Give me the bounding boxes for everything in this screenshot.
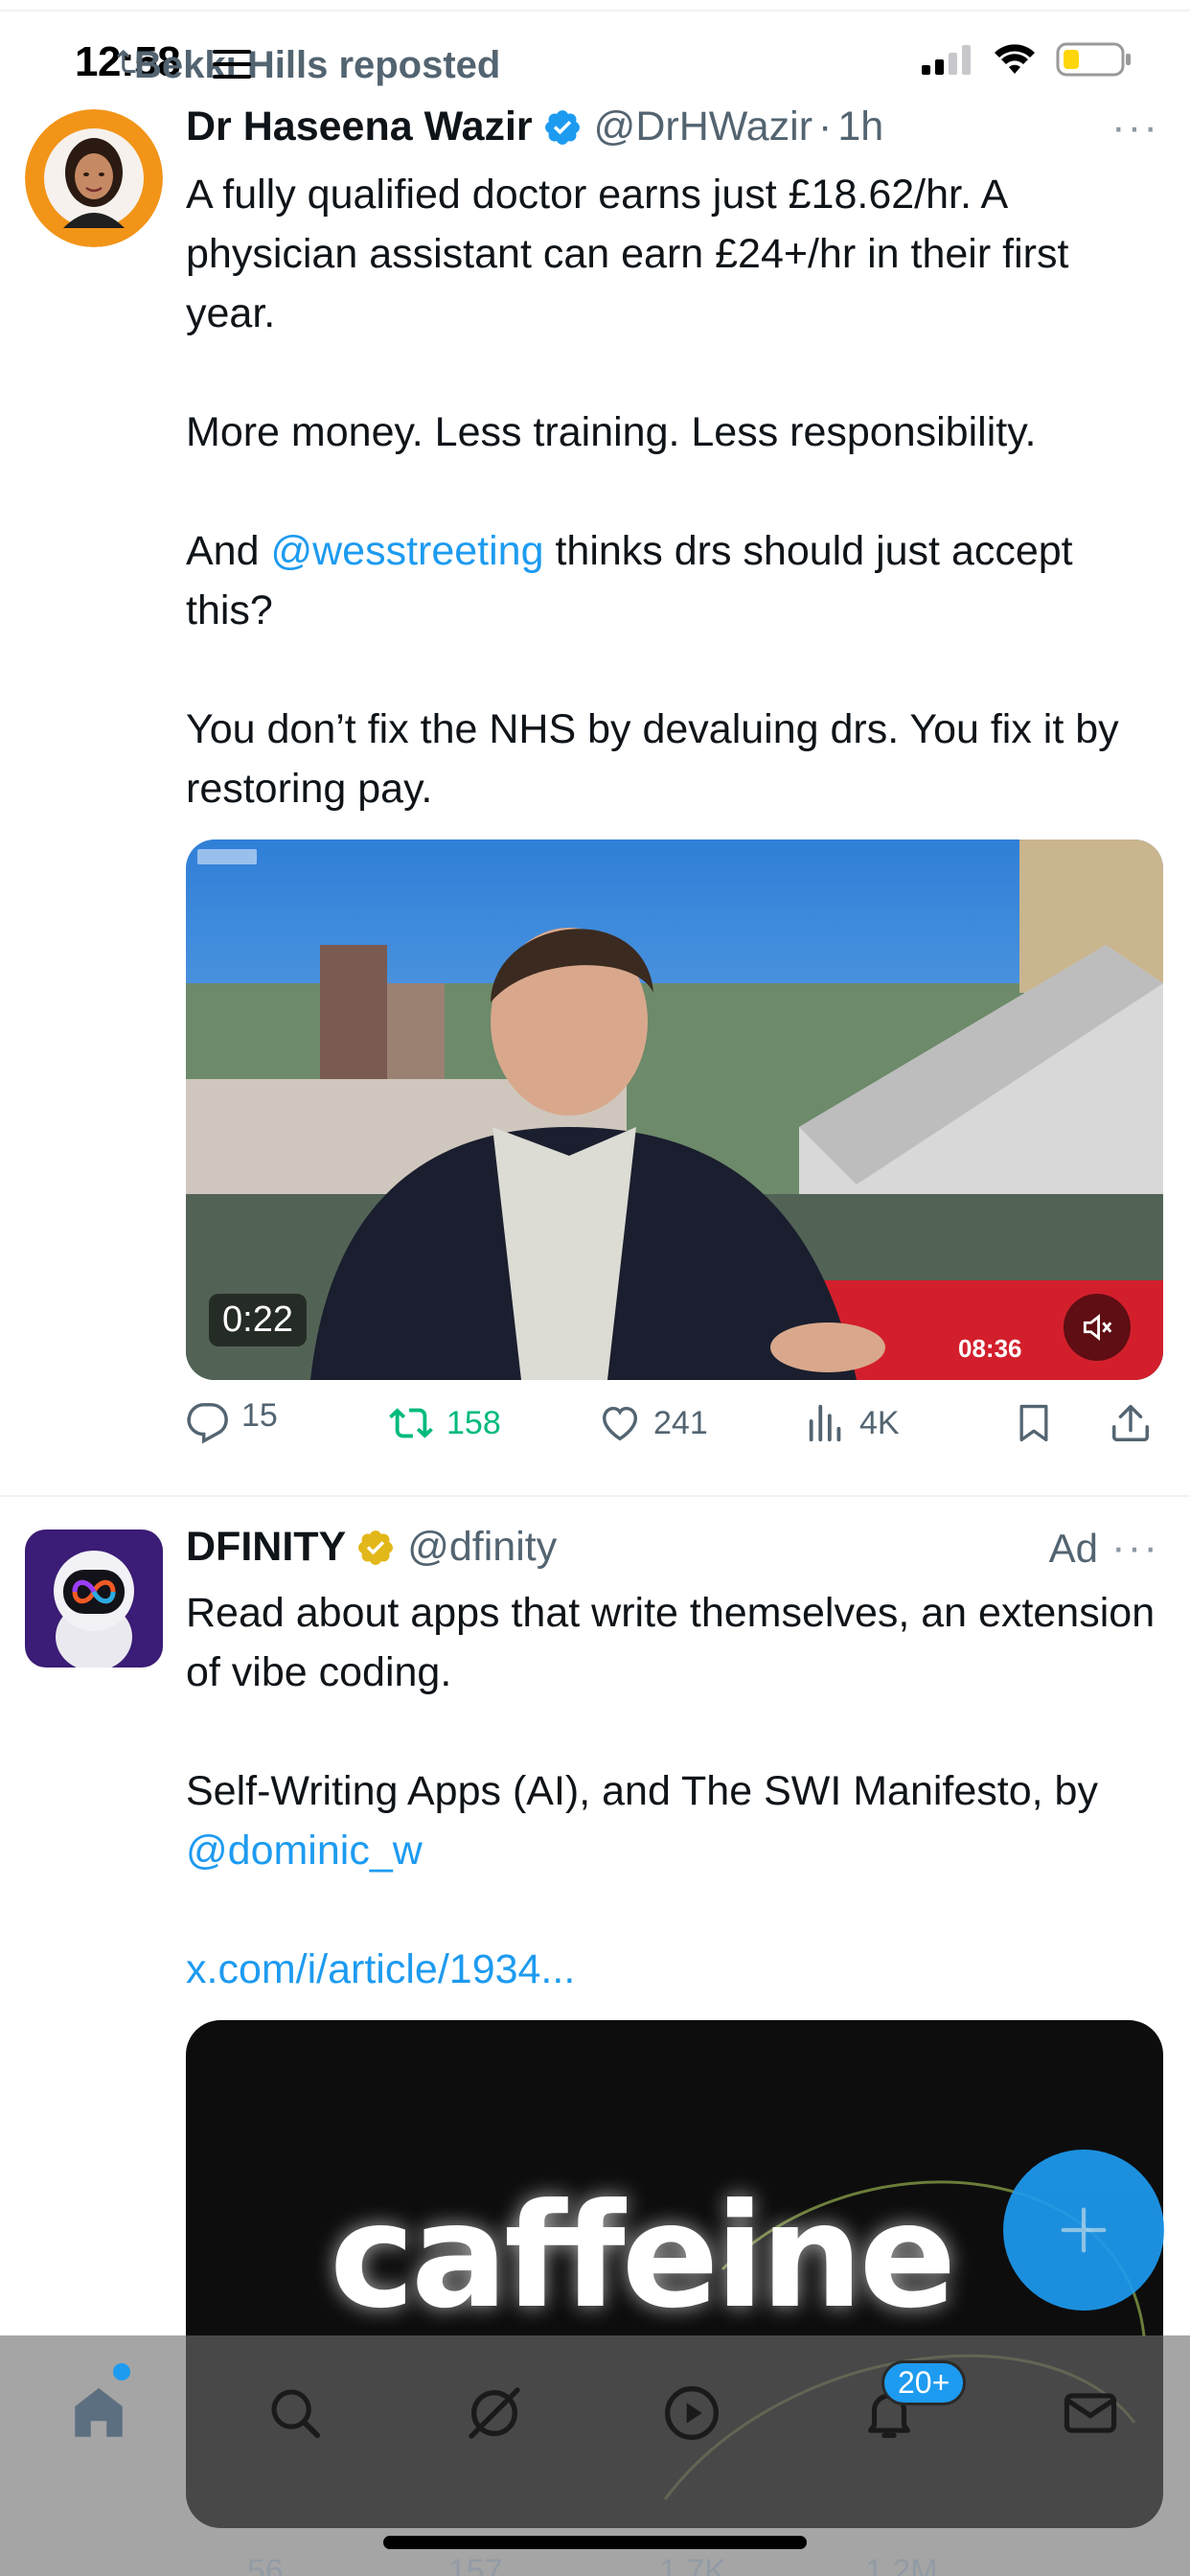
compose-button[interactable]: [1003, 2150, 1164, 2311]
nav-grok[interactable]: [456, 2375, 533, 2451]
battery-icon: [1056, 42, 1131, 77]
advertiser-handle[interactable]: @dfinity: [407, 1524, 557, 1571]
ad-paragraph: Read about apps that write themselves, a…: [186, 1590, 1156, 1695]
tweet-paragraph: You don’t fix the NHS by devaluing drs. …: [186, 706, 1119, 812]
next-tweet-actions: 56 157 1.7K 1.2M: [186, 2553, 1163, 2576]
peek-like-count: 1.7K: [659, 2553, 726, 2576]
compose-icon: [1061, 2207, 1107, 2253]
text-fragment: And: [186, 528, 271, 574]
tweet-actions: 15 158 241 4K: [186, 1397, 1163, 1445]
mute-icon: [1083, 1313, 1112, 1342]
views-count: 4K: [859, 1404, 900, 1441]
menu-icon[interactable]: [213, 48, 251, 80]
nav-video[interactable]: [653, 2375, 730, 2451]
bookmark-icon: [1019, 1404, 1048, 1442]
ad-text: Read about apps that write themselves, a…: [186, 1583, 1163, 1999]
reply-button[interactable]: 15: [186, 1397, 387, 1445]
reply-count: 15: [241, 1396, 278, 1434]
video-player[interactable]: 0:22 08:36: [186, 840, 1163, 1380]
mention-link[interactable]: @wesstreeting: [270, 528, 543, 574]
tweet-time[interactable]: 1h: [837, 104, 883, 150]
video-frame: [186, 840, 1163, 1380]
repost-text: Bekki Hills reposted: [134, 44, 501, 86]
verified-icon: [355, 1528, 396, 1568]
advertiser-name[interactable]: DFINITY: [186, 1524, 346, 1571]
repost-icon: [389, 1408, 433, 1438]
mute-button[interactable]: [1064, 1294, 1131, 1361]
mention-link[interactable]: @dominic_w: [186, 1828, 423, 1874]
video-elapsed: 0:22: [209, 1294, 307, 1346]
author-name[interactable]: Dr Haseena Wazir: [186, 104, 533, 150]
repost-indicator[interactable]: Bekki Hills reposted: [117, 44, 501, 87]
views-button[interactable]: 4K: [804, 1401, 1013, 1445]
search-icon: [271, 2389, 321, 2439]
share-icon: [1112, 1405, 1149, 1441]
more-options-button[interactable]: ···: [1111, 104, 1159, 151]
tweet-paragraph: A fully qualified doctor earns just £18.…: [186, 172, 1069, 336]
ad-brand-logo: caffeine: [330, 2174, 956, 2340]
video-icon: [665, 2386, 719, 2440]
author-handle[interactable]: @DrHWazir: [594, 104, 812, 150]
tweet-divider: [0, 1495, 1190, 1497]
author-avatar[interactable]: [25, 109, 163, 247]
signal-icon: [922, 45, 971, 75]
share-button[interactable]: [1109, 1401, 1162, 1445]
article-link[interactable]: x.com/i/article/1934...: [186, 1940, 1163, 1999]
nav-search[interactable]: [257, 2375, 333, 2451]
status-icons: [922, 42, 1133, 77]
views-icon: [809, 1404, 841, 1442]
top-divider: [0, 10, 1190, 12]
tweet-paragraph: More money. Less training. Less responsi…: [186, 409, 1037, 455]
home-unread-dot: [113, 2363, 130, 2380]
like-icon: [602, 1406, 638, 1441]
verified-icon: [542, 107, 583, 148]
repost-count: 158: [446, 1404, 501, 1441]
broadcast-clock: 08:36: [958, 1334, 1022, 1363]
text-fragment: Self-Writing Apps (AI), and The SWI Mani…: [186, 1768, 1098, 1814]
repost-icon: [117, 49, 136, 73]
notifications-badge: 20+: [881, 2360, 967, 2405]
repost-button[interactable]: 158: [387, 1401, 598, 1445]
tweet-header: Dr Haseena Wazir @DrHWazir · 1h: [186, 104, 883, 150]
home-indicator: [383, 2536, 807, 2549]
tweet-text: A fully qualified doctor earns just £18.…: [186, 165, 1163, 818]
ad-label: Ad: [1048, 1526, 1098, 1571]
nav-home[interactable]: [60, 2375, 137, 2451]
messages-icon: [1064, 2393, 1117, 2433]
peek-repost-count: 157: [448, 2553, 503, 2576]
bookmark-button[interactable]: [1013, 1401, 1109, 1445]
like-count: 241: [653, 1404, 708, 1441]
peek-views-count: 1.2M: [865, 2553, 938, 2576]
home-icon: [75, 2387, 123, 2437]
nav-messages[interactable]: [1052, 2375, 1129, 2451]
like-button[interactable]: 241: [598, 1401, 804, 1445]
reply-icon: [187, 1403, 228, 1444]
wifi-icon: [995, 44, 1035, 74]
ad-paragraph: Self-Writing Apps (AI), and The SWI Mani…: [186, 1761, 1163, 1880]
separator-dot: ·: [818, 104, 833, 150]
tweet-paragraph: And @wesstreeting thinks drs should just…: [186, 521, 1163, 640]
grok-icon: [469, 2387, 520, 2439]
dfinity-avatar[interactable]: [25, 1530, 163, 1668]
ad-header: DFINITY @dfinity: [186, 1524, 557, 1571]
ad-more-options-button[interactable]: ···: [1111, 1524, 1159, 1572]
peek-reply-count: 56: [247, 2553, 284, 2576]
